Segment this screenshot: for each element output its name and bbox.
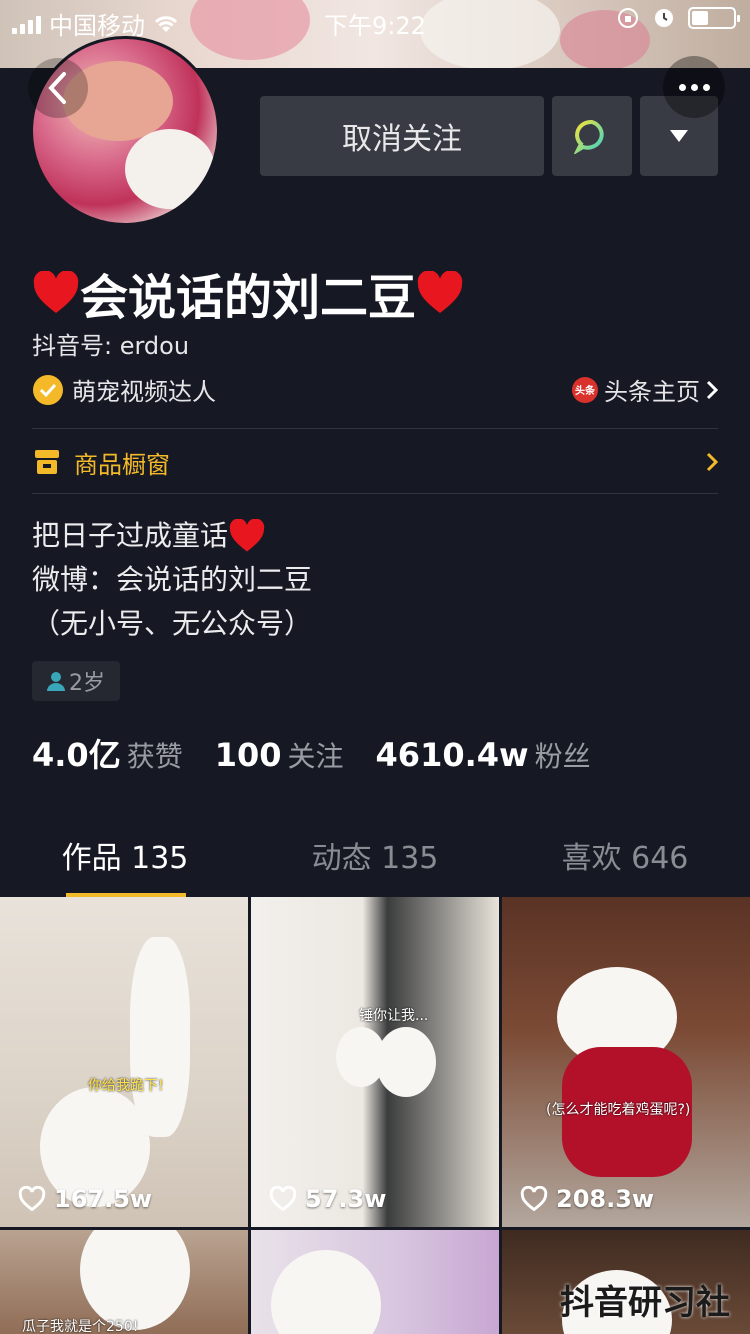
- chevron-left-icon: [48, 72, 66, 104]
- fans-count[interactable]: 4610.4w: [376, 736, 529, 774]
- verification-badge: 萌宠视频达人: [32, 372, 216, 407]
- verified-icon: [33, 374, 63, 405]
- triangle-down-icon: [670, 130, 688, 142]
- heart-icon: [33, 271, 79, 313]
- divider: [32, 493, 718, 494]
- more-options-button[interactable]: [663, 56, 725, 118]
- bio-line: 把日子过成童话: [32, 519, 229, 552]
- tab-works[interactable]: 作品 135: [0, 836, 250, 896]
- shop-label: 商品橱窗: [74, 450, 170, 479]
- back-button[interactable]: [28, 58, 88, 118]
- video-likes: 208.3w: [520, 1185, 654, 1213]
- heart-outline-icon: [18, 1186, 46, 1212]
- profile-name-text: 会说话的刘二豆: [80, 270, 417, 326]
- following-count[interactable]: 100: [215, 736, 282, 774]
- more-dot-icon: [678, 83, 686, 91]
- video-likes: 167.5w: [18, 1185, 152, 1213]
- age-text: 2岁: [69, 671, 105, 696]
- message-button[interactable]: [552, 96, 632, 176]
- toutiao-icon: 头条: [572, 376, 598, 403]
- chat-bubble-icon: [574, 119, 604, 154]
- video-thumbnail[interactable]: [251, 1230, 499, 1334]
- battery-icon: [688, 7, 740, 29]
- profile-bio: 把日子过成童话 微博：会说话的刘二豆 （无小号、无公众号）: [32, 514, 312, 646]
- video-caption: 锤你让我...: [359, 1008, 429, 1024]
- alarm-icon: [655, 9, 673, 27]
- tab-likes[interactable]: 喜欢 646: [500, 836, 750, 896]
- shop-icon: [35, 450, 59, 474]
- profile-stats: 4.0亿 获赞 100 关注 4610.4w 粉丝: [32, 730, 623, 778]
- profile-tabs: 作品 135 动态 135 喜欢 646: [0, 836, 750, 896]
- video-thumbnail[interactable]: 抖音研习社: [502, 1230, 750, 1334]
- toutiao-homepage-link[interactable]: 头条 头条主页: [572, 372, 718, 407]
- video-likes: 57.3w: [269, 1185, 386, 1213]
- shop-window-link[interactable]: 商品橱窗: [32, 446, 718, 479]
- heart-outline-icon: [269, 1186, 297, 1212]
- bio-line: （无小号、无公众号）: [32, 607, 313, 640]
- likes-label: 获赞: [126, 740, 183, 773]
- heart-outline-icon: [520, 1186, 548, 1212]
- toutiao-label: 头条主页: [604, 378, 700, 406]
- watermark-text: 抖音研习社: [560, 1283, 730, 1323]
- video-thumbnail[interactable]: 瓜子我就是个250!: [0, 1230, 248, 1334]
- likes-count: 4.0亿: [32, 736, 121, 774]
- bio-line: 微博：会说话的刘二豆: [32, 563, 313, 596]
- following-label[interactable]: 关注: [288, 735, 344, 775]
- video-caption: 瓜子我就是个250!: [22, 1319, 139, 1334]
- video-thumbnail[interactable]: 你给我跪下! 167.5w: [0, 897, 248, 1227]
- video-caption: 你给我跪下!: [88, 1078, 164, 1094]
- video-grid: 你给我跪下! 167.5w 锤你让我... 57.3w (怎么才能吃着鸡蛋呢?)…: [0, 897, 750, 1334]
- profile-name: 会说话的刘二豆: [32, 258, 464, 328]
- video-thumbnail[interactable]: (怎么才能吃着鸡蛋呢?) 208.3w: [502, 897, 750, 1227]
- heart-icon: [417, 271, 463, 313]
- tab-moments[interactable]: 动态 135: [250, 836, 500, 896]
- person-icon: [47, 672, 65, 691]
- status-bar: 中国移动 下午9:22: [0, 0, 750, 40]
- verification-text: 萌宠视频达人: [72, 378, 216, 406]
- chevron-right-icon: [706, 380, 718, 399]
- fans-label[interactable]: 粉丝: [535, 735, 591, 775]
- chevron-right-icon: [706, 452, 718, 472]
- video-caption: (怎么才能吃着鸡蛋呢?): [546, 1102, 691, 1118]
- unfollow-button[interactable]: 取消关注: [260, 96, 544, 176]
- douyin-id: 抖音号: erdou: [32, 332, 190, 360]
- divider: [32, 428, 718, 429]
- orientation-lock-icon: [618, 8, 638, 28]
- heart-icon: [229, 519, 265, 552]
- age-tag: 2岁: [32, 661, 120, 701]
- video-thumbnail[interactable]: 锤你让我... 57.3w: [251, 897, 499, 1227]
